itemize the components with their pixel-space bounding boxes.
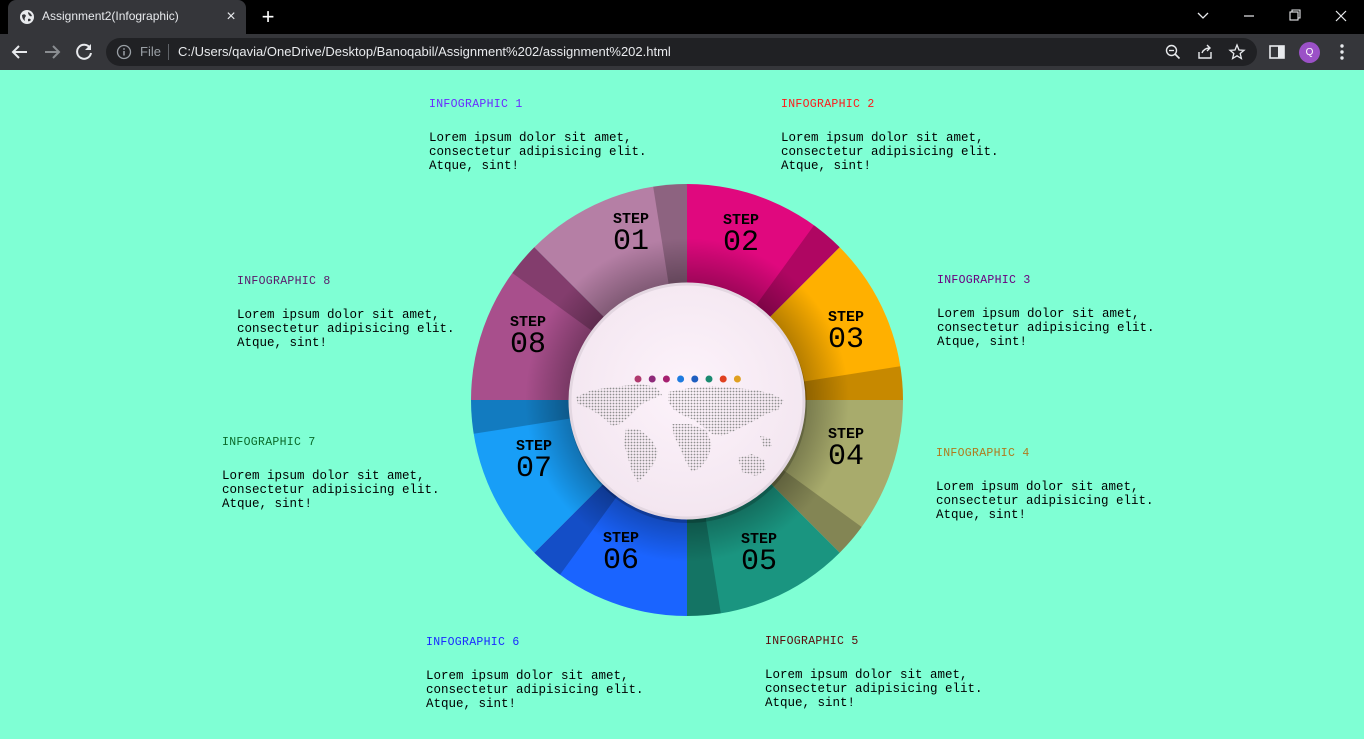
step-04-number: 04 bbox=[827, 440, 864, 474]
step-02-label: STEP 02 bbox=[713, 213, 769, 258]
center-dot bbox=[733, 375, 741, 383]
step-06-label: STEP 06 bbox=[593, 531, 649, 576]
center-dot bbox=[705, 375, 713, 383]
center-dot bbox=[677, 375, 685, 383]
center-dot bbox=[634, 375, 642, 383]
step-08-number: 08 bbox=[509, 328, 546, 362]
center-dot bbox=[691, 375, 699, 383]
step-01-number: 01 bbox=[612, 225, 649, 259]
step-08-label: STEP 08 bbox=[500, 315, 556, 360]
step-03-label: STEP 03 bbox=[818, 310, 874, 355]
step-06-number: 06 bbox=[602, 544, 639, 578]
center-dot bbox=[719, 375, 727, 383]
step-01-label: STEP 01 bbox=[603, 212, 659, 257]
center-dot bbox=[662, 375, 670, 383]
step-05-number: 05 bbox=[740, 545, 777, 579]
step-wheel bbox=[471, 184, 903, 616]
step-07-label: STEP 07 bbox=[506, 439, 562, 484]
step-04-label: STEP 04 bbox=[818, 427, 874, 472]
step-05-label: STEP 05 bbox=[731, 532, 787, 577]
step-03-number: 03 bbox=[827, 323, 864, 357]
step-07-number: 07 bbox=[515, 452, 552, 486]
step-02-number: 02 bbox=[722, 226, 759, 260]
center-dot bbox=[648, 375, 656, 383]
